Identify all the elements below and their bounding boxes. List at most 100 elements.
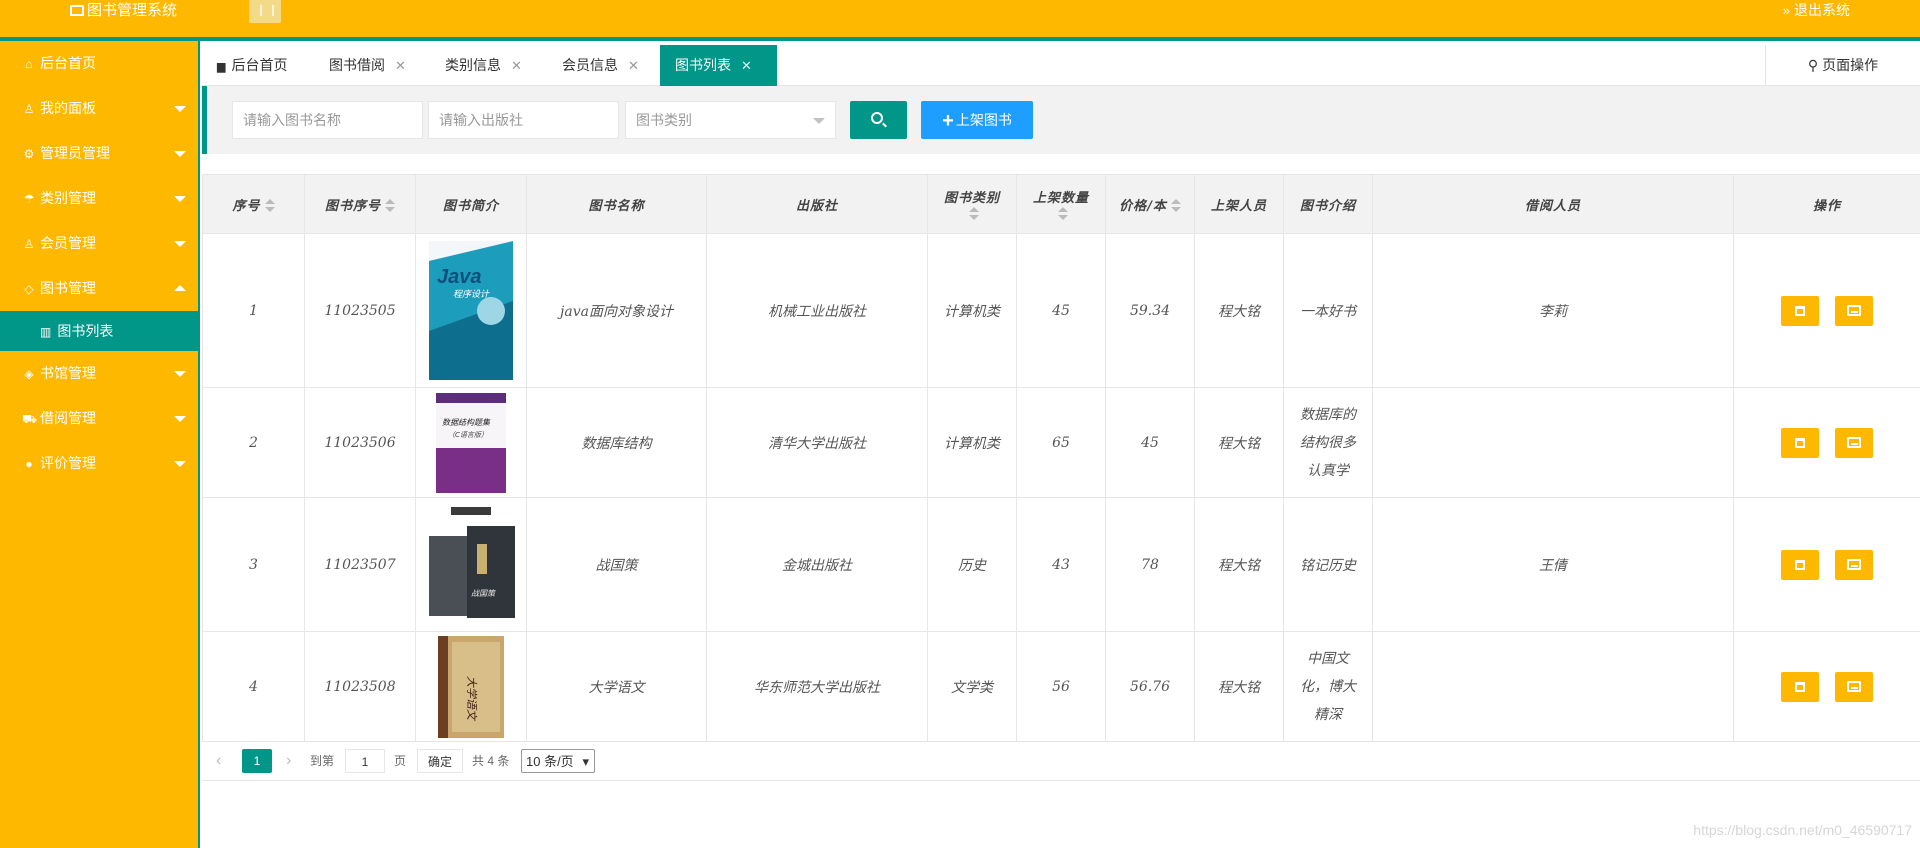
sidebar-item-borrow[interactable]: ⛟ 借阅管理 — [0, 396, 198, 441]
table-row: 3 11023507 战国策 战国策 金城出版社 历史 43 78 程大铭 铭记… — [202, 497, 1920, 632]
book-cover-image: 数据结构题集 （C语言版） — [436, 392, 506, 493]
search-button[interactable] — [850, 101, 907, 139]
column-header[interactable]: 上架数量 — [1016, 174, 1106, 234]
delete-button[interactable] — [1781, 295, 1819, 326]
edit-button[interactable] — [1835, 427, 1873, 458]
sort-icon[interactable] — [969, 206, 979, 221]
sidebar-item-members[interactable]: ♙ 会员管理 — [0, 221, 198, 266]
close-icon[interactable]: ✕ — [511, 58, 522, 73]
caret-down-icon — [174, 106, 186, 112]
cell-qty: 65 — [1016, 387, 1106, 498]
tab-member-info[interactable]: 会员信息 ✕ — [547, 45, 654, 86]
sidebar-subitem-book-list[interactable]: ▥ 图书列表 — [0, 311, 198, 351]
column-header[interactable]: 图书类别 — [927, 174, 1017, 234]
cell-cover: 数据结构题集 （C语言版） — [415, 387, 527, 498]
book-name-input[interactable]: 请输入图书名称 — [232, 101, 423, 139]
category-select[interactable]: 图书类别 — [625, 101, 836, 139]
trash-icon — [1795, 681, 1805, 692]
logout-link[interactable]: » 退出系统 — [1783, 0, 1850, 21]
cell-no: 4 — [202, 631, 305, 742]
confirm-page-button[interactable]: 确定 — [417, 749, 463, 773]
sidebar-item-category[interactable]: ☂ 类别管理 — [0, 176, 198, 221]
cell-price: 59.34 — [1105, 233, 1195, 388]
close-icon[interactable]: ✕ — [395, 58, 406, 73]
cell-price: 56.76 — [1105, 631, 1195, 742]
cell-actions — [1733, 387, 1920, 498]
cover-subtitle: （C语言版） — [448, 431, 488, 439]
chevron-double-right-icon: » — [1782, 3, 1790, 18]
cell-price: 45 — [1105, 387, 1195, 498]
cell-no: 3 — [202, 497, 305, 632]
plus-icon: + — [942, 110, 954, 132]
cell-category: 计算机类 — [927, 387, 1017, 498]
current-page[interactable]: 1 — [242, 749, 272, 773]
tab-borrow[interactable]: 图书借阅 ✕ — [314, 45, 421, 86]
add-book-button[interactable]: + 上架图书 — [921, 101, 1033, 139]
sidebar-item-reviews[interactable]: ● 评价管理 — [0, 441, 198, 486]
sidebar-toggle-button[interactable] — [249, 0, 281, 23]
cell-publisher: 清华大学出版社 — [706, 387, 928, 498]
prev-page-icon[interactable]: ‹ — [216, 749, 221, 773]
table-row: 2 11023506 数据结构题集 （C语言版） 数据库结构 清华大学出版社 计… — [202, 387, 1920, 498]
total-count: 共 4 条 — [472, 754, 510, 768]
tab-home[interactable]: ▆ 后台首页 — [202, 45, 302, 86]
publisher-input[interactable]: 请输入出版社 — [428, 101, 619, 139]
delete-button[interactable] — [1781, 549, 1819, 580]
cell-staff: 程大铭 — [1194, 631, 1284, 742]
cell-name: 战国策 — [526, 497, 707, 632]
cell-book-no: 11023507 — [304, 497, 416, 632]
sidebar-item-label: 图书管理 — [40, 280, 96, 296]
sidebar-item-home[interactable]: ⌂ 后台首页 — [0, 41, 198, 86]
cell-name: 数据库结构 — [526, 387, 707, 498]
delete-button[interactable] — [1781, 427, 1819, 458]
dashboard-icon: ▆ — [217, 61, 226, 73]
column-header[interactable]: 序号 — [202, 174, 305, 234]
search-toolbar: 请输入图书名称 请输入出版社 图书类别 + 上架图书 — [202, 86, 1920, 154]
page-operations-button[interactable]: ⚲ 页面操作 — [1765, 45, 1920, 86]
spacer — [202, 154, 1920, 174]
cell-category: 历史 — [927, 497, 1017, 632]
cell-category: 文学类 — [927, 631, 1017, 742]
sidebar-item-library[interactable]: ◈ 书馆管理 — [0, 351, 198, 396]
caret-down-icon — [174, 151, 186, 157]
close-icon[interactable]: ✕ — [628, 58, 639, 73]
cell-staff: 程大铭 — [1194, 233, 1284, 388]
sidebar-item-label: 借阅管理 — [40, 410, 96, 426]
column-header[interactable]: 图书序号 — [304, 174, 416, 234]
sort-icon[interactable] — [1170, 199, 1181, 213]
cover-title: Java — [437, 266, 482, 288]
page-number-input[interactable]: 1 — [345, 749, 385, 773]
column-header[interactable]: 价格/本 — [1105, 174, 1195, 234]
sort-icon[interactable] — [385, 199, 395, 213]
column-header: 上架人员 — [1194, 174, 1284, 234]
edit-button[interactable] — [1835, 295, 1873, 326]
cover-subtitle: 程序设计 — [453, 289, 490, 300]
sidebar-item-admin[interactable]: ⚙ 管理员管理 — [0, 131, 198, 176]
tab-label: 类别信息 — [445, 57, 501, 73]
tab-book-list[interactable]: 图书列表 ✕ — [660, 45, 777, 86]
cell-publisher: 机械工业出版社 — [706, 233, 928, 388]
book-cover-image: Java 程序设计 — [429, 241, 513, 380]
table-row: 4 11023508 大学语文 大学语文 华东师范大学出版社 文学类 56 56… — [202, 631, 1920, 742]
brand-text: 图书管理系统 — [87, 2, 178, 19]
edit-button[interactable] — [1835, 549, 1873, 580]
delete-button[interactable] — [1781, 671, 1819, 702]
sidebar-item-my-panel[interactable]: ♙ 我的面板 — [0, 86, 198, 131]
book-open-icon: ▥ — [40, 325, 52, 339]
edit-button[interactable] — [1835, 671, 1873, 702]
next-page-icon[interactable]: › — [286, 749, 291, 773]
cell-intro: 一本好书 — [1283, 233, 1373, 388]
sort-icon[interactable] — [264, 199, 275, 213]
cell-borrower: 李莉 — [1372, 233, 1734, 388]
tab-category-info[interactable]: 类别信息 ✕ — [430, 45, 537, 86]
table-row: 1 11023505 Java 程序设计 java面向对象设计 机械工业出版社 … — [202, 233, 1920, 388]
caret-down-icon — [174, 371, 186, 377]
page-size-select[interactable]: 10 条/页 — [521, 749, 595, 774]
cell-qty: 43 — [1016, 497, 1106, 632]
umbrella-icon: ☂ — [23, 192, 35, 206]
sidebar-item-books[interactable]: ◇ 图书管理 — [0, 266, 198, 311]
sort-icon[interactable] — [1058, 206, 1068, 221]
page-ops-label: 页面操作 — [1822, 57, 1879, 73]
close-icon[interactable]: ✕ — [741, 58, 752, 73]
sidebar-item-label: 会员管理 — [40, 235, 96, 251]
